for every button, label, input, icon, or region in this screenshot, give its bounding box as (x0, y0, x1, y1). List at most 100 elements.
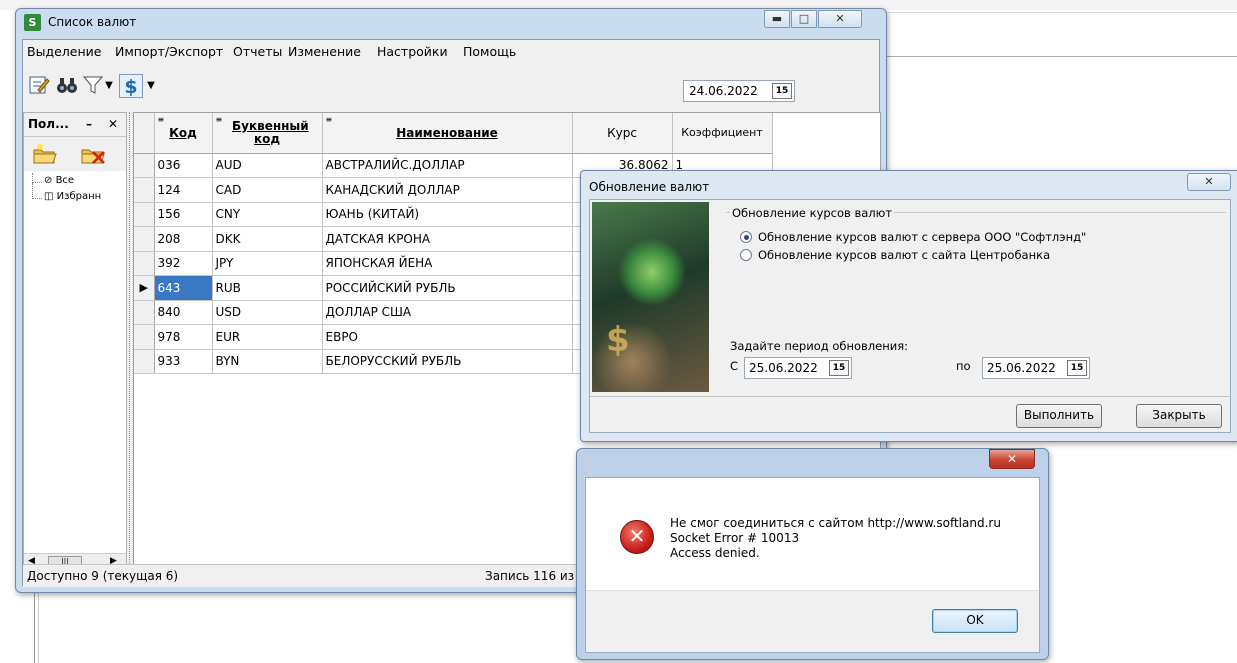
binoculars-icon[interactable] (55, 74, 79, 98)
cell-code[interactable]: 208 (154, 226, 213, 252)
window-title: Список валют (48, 15, 137, 29)
group-label: Обновление курсов валют (730, 206, 895, 220)
calendar-icon[interactable]: 15 (1067, 360, 1087, 376)
folder-tree: ⊘ Все ◫ Избранн (24, 173, 126, 543)
cell-letter-code[interactable]: EUR (212, 324, 323, 350)
update-options-group: Обновление курсов валют Обновление курсо… (726, 206, 1226, 384)
radio-unselected-icon[interactable] (740, 249, 752, 261)
menu-bar: Выделение Импорт/Экспорт Отчеты Изменени… (23, 40, 879, 62)
current-row-arrow-icon: ▶ (134, 275, 155, 301)
column-header-letter-code[interactable]: ≡ Буквенный код (212, 113, 323, 154)
cell-name[interactable]: ДОЛЛАР США (322, 300, 573, 325)
cell-code[interactable]: 840 (154, 300, 213, 325)
column-header-coefficient[interactable]: Коэффициент (672, 113, 773, 154)
radio-central-bank[interactable]: Обновление курсов валют с сайта Центроба… (740, 248, 1180, 263)
cell-letter-code[interactable]: USD (212, 300, 323, 325)
cell-code[interactable]: 978 (154, 324, 213, 350)
edit-record-icon[interactable] (27, 74, 51, 98)
title-bar[interactable]: ✕ (577, 449, 1048, 475)
cell-code[interactable]: 643 (154, 275, 213, 301)
execute-button[interactable]: Выполнить (1016, 404, 1102, 428)
column-header-rate[interactable]: Курс (572, 113, 673, 154)
calendar-icon[interactable]: 15 (772, 83, 792, 99)
calendar-icon[interactable]: 15 (829, 360, 849, 376)
minimize-icon[interactable]: ▬ (764, 10, 790, 28)
table-header-row: ≡ Код ≡ Буквенный код ≡ Наименование Курс К… (134, 113, 773, 154)
row-indicator (134, 300, 155, 325)
cell-name[interactable]: ЯПОНСКАЯ ЙЕНА (322, 251, 573, 276)
menu-item-edit[interactable]: Изменение (288, 44, 361, 59)
dialog-title: Обновление валют (589, 180, 710, 194)
maximize-icon[interactable]: □ (791, 10, 817, 28)
dialog-footer: Выполнить Закрыть (590, 396, 1230, 432)
menu-item-settings[interactable]: Настройки (377, 44, 448, 59)
status-record: Запись 116 из 1 (485, 569, 586, 583)
cell-letter-code[interactable]: CNY (212, 202, 323, 227)
row-indicator (134, 251, 155, 276)
radio-label: Обновление курсов валют с сайта Центроба… (758, 248, 1051, 262)
update-dialog-client: $ Обновление курсов валют Обновление кур… (589, 199, 1231, 433)
filter-icon[interactable] (81, 74, 105, 98)
date-value: 24.06.2022 (689, 84, 758, 98)
menu-item-help[interactable]: Помощь (463, 44, 516, 59)
from-date-field[interactable]: 25.06.2022 15 (744, 357, 852, 379)
cell-code[interactable]: 036 (154, 153, 213, 178)
column-header-name[interactable]: ≡ Наименование (322, 113, 573, 154)
close-button[interactable]: Закрыть (1136, 404, 1222, 428)
to-label: по (956, 359, 971, 373)
cell-name[interactable]: БЕЛОРУССКИЙ РУБЛЬ (322, 349, 573, 374)
tree-item-favorites[interactable]: ◫ Избранн (44, 191, 101, 202)
radio-label: Обновление курсов валют с сервера ООО "С… (758, 230, 1087, 244)
currency-update-dialog: Обновление валют ✕ $ Обновление курсов в… (580, 170, 1237, 442)
close-icon[interactable]: ✕ (108, 117, 118, 131)
ok-button[interactable]: OK (932, 609, 1018, 633)
currency-dollar-icon[interactable]: $ (119, 74, 143, 98)
cell-name[interactable]: РОССИЙСКИЙ РУБЛЬ (322, 275, 573, 301)
to-date-field[interactable]: 25.06.2022 15 (982, 357, 1090, 379)
cell-letter-code[interactable]: DKK (212, 226, 323, 252)
pin-icon[interactable]: – (86, 117, 92, 131)
cell-letter-code[interactable]: AUD (212, 153, 323, 178)
delete-folder-icon[interactable] (80, 143, 105, 164)
chevron-down-icon[interactable]: ▼ (145, 74, 157, 98)
cell-name[interactable]: ЕВРО (322, 324, 573, 350)
close-icon[interactable]: ✕ (989, 449, 1035, 469)
cell-code[interactable]: 156 (154, 202, 213, 227)
background-divider (885, 56, 1237, 57)
column-header-code[interactable]: ≡ Код (154, 113, 213, 154)
menu-item-import-export[interactable]: Импорт/Экспорт (115, 44, 223, 59)
dollar-sign-icon: $ (606, 320, 630, 360)
app-icon: S (24, 14, 41, 31)
radio-selected-icon[interactable] (740, 231, 752, 243)
cell-letter-code[interactable]: BYN (212, 349, 323, 374)
chevron-down-icon[interactable]: ▼ (103, 74, 115, 98)
to-date-value: 25.06.2022 (987, 361, 1056, 375)
close-icon[interactable]: ✕ (1187, 173, 1231, 191)
cell-name[interactable]: ДАТСКАЯ КРОНА (322, 226, 573, 252)
date-field[interactable]: 24.06.2022 15 (683, 80, 795, 102)
menu-item-selection[interactable]: Выделение (27, 44, 101, 59)
row-indicator (134, 226, 155, 252)
cell-code[interactable]: 124 (154, 177, 213, 203)
tree-item-all[interactable]: ⊘ Все (44, 175, 74, 186)
cell-name[interactable]: ЮАНЬ (КИТАЙ) (322, 202, 573, 227)
from-date-value: 25.06.2022 (749, 361, 818, 375)
cell-code[interactable]: 933 (154, 349, 213, 374)
row-indicator-header (134, 113, 155, 154)
error-message-line: Не смог соединиться с сайтом http://www.… (670, 516, 1001, 530)
cell-letter-code[interactable]: JPY (212, 251, 323, 276)
cell-letter-code[interactable]: RUB (212, 275, 323, 301)
panel-splitter[interactable] (129, 112, 132, 572)
cell-name[interactable]: АВСТРАЛИЙС.ДОЛЛАР (322, 153, 573, 178)
close-icon[interactable]: ✕ (818, 10, 862, 28)
error-dialog-footer: OK (586, 590, 1039, 652)
title-bar[interactable]: S Список валют ▬ □ ✕ (16, 9, 886, 35)
new-folder-icon[interactable] (32, 143, 57, 164)
cell-letter-code[interactable]: CAD (212, 177, 323, 203)
cell-code[interactable]: 392 (154, 251, 213, 276)
left-panel-toolbar (24, 137, 126, 171)
radio-softland-server[interactable]: Обновление курсов валют с сервера ООО "С… (740, 230, 1180, 245)
title-bar[interactable]: Обновление валют ✕ (581, 171, 1237, 197)
menu-item-reports[interactable]: Отчеты (233, 44, 282, 59)
cell-name[interactable]: КАНАДСКИЙ ДОЛЛАР (322, 177, 573, 203)
